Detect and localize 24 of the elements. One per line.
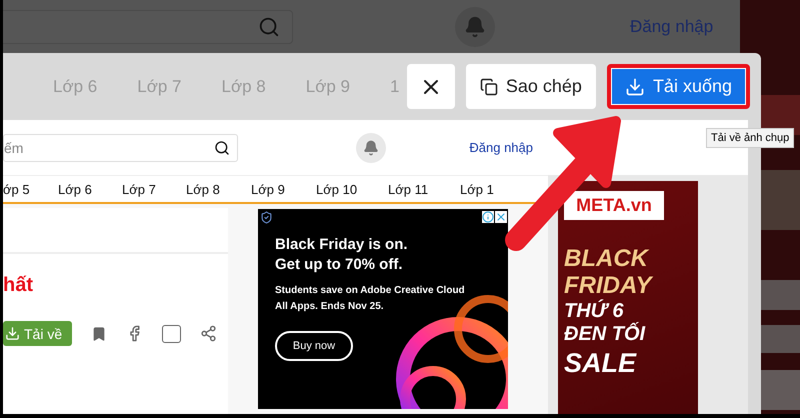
nav-link[interactable]: ớp 5 bbox=[3, 182, 58, 197]
nav-link[interactable]: Lớp 7 bbox=[122, 182, 186, 197]
nav-link[interactable]: Lớp 8 bbox=[186, 182, 251, 197]
ad-text: BLACK bbox=[564, 247, 650, 271]
ad-text: SALE bbox=[564, 350, 638, 377]
tooltip: Tải về ảnh chụp bbox=[706, 128, 794, 148]
ad-text: All Apps. Ends Nov 25. bbox=[275, 300, 385, 314]
nav-link[interactable]: Lớp 10 bbox=[316, 182, 388, 197]
article-title: hất bbox=[3, 274, 34, 298]
nav-link[interactable]: Lớp 6 bbox=[58, 182, 122, 197]
nav-link[interactable]: Lớp 9 bbox=[251, 182, 316, 197]
nav-link[interactable]: Lớp 1 bbox=[460, 182, 510, 197]
buy-now-button[interactable]: Buy now bbox=[275, 331, 353, 362]
ad-text: THỨ 6 bbox=[564, 301, 625, 321]
nav-link[interactable]: Lớp 11 bbox=[388, 182, 460, 197]
ad-headline: Black Friday is on. bbox=[275, 235, 409, 256]
copy-button[interactable]: Sao chép bbox=[466, 64, 596, 109]
ad-text: ĐEN TỐI bbox=[564, 324, 646, 344]
download-button[interactable]: Tải xuống bbox=[606, 64, 750, 109]
ad-text: Students save on Adobe Creative Cloud bbox=[275, 284, 466, 298]
ad-headline: Get up to 70% off. bbox=[275, 255, 404, 276]
login-link[interactable]: Đăng nhập bbox=[469, 140, 533, 155]
ad-logo: META.vn bbox=[564, 191, 664, 220]
ad-text: FRIDAY bbox=[564, 274, 654, 298]
